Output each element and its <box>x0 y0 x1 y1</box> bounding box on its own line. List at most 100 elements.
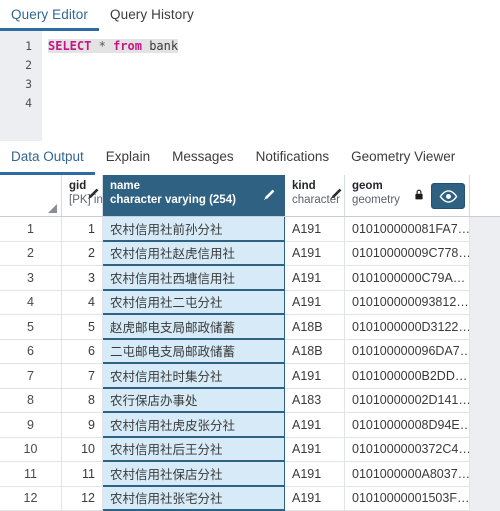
cell-kind[interactable]: A191 <box>285 290 345 315</box>
cell-name[interactable]: 农村信用社虎皮张分社 <box>103 413 285 438</box>
table-row[interactable]: 11 11 农村信用社保店分社 A191 0101000000A8037… <box>0 462 500 487</box>
cell-gid[interactable]: 9 <box>62 413 103 438</box>
cell-gid[interactable]: 12 <box>62 486 103 511</box>
sql-table-name: bank <box>149 39 179 53</box>
cell-geom[interactable]: 01010000008D94E… <box>345 413 470 438</box>
cell-name[interactable]: 农村信用社前孙分社 <box>103 217 285 242</box>
cell-rownum[interactable]: 9 <box>0 413 62 438</box>
column-header-kind[interactable]: kind character <box>285 175 345 216</box>
column-header-geom[interactable]: geom geometry <box>345 175 470 216</box>
sql-keyword-select: SELECT <box>48 39 92 53</box>
tab-query-history[interactable]: Query History <box>99 0 205 31</box>
cell-kind[interactable]: A191 <box>285 266 345 291</box>
column-header-gid[interactable]: gid [PK] int <box>62 175 103 216</box>
table-row[interactable]: 6 6 二屯邮电支局邮政储蓄 A18B 010100000096DA7… <box>0 339 500 364</box>
cell-name[interactable]: 农村信用社保店分社 <box>103 462 285 487</box>
table-row[interactable]: 3 3 农村信用社西塘信用社 A191 0101000000C79A… <box>0 266 500 291</box>
cell-name[interactable]: 农村信用社张宅分社 <box>103 486 285 511</box>
cell-name[interactable]: 赵虎邮电支局邮政储蓄 <box>103 315 285 340</box>
tab-data-output[interactable]: Data Output <box>0 141 95 175</box>
column-header-name[interactable]: name character varying (254) <box>103 175 285 216</box>
cell-geom[interactable]: 010100000093812… <box>345 290 470 315</box>
cell-rownum[interactable]: 2 <box>0 241 62 266</box>
cell-name[interactable]: 二屯邮电支局邮政储蓄 <box>103 339 285 364</box>
cell-geom[interactable]: 0101000000D3122… <box>345 315 470 340</box>
table-row[interactable]: 12 12 农村信用社张宅分社 A191 01010000001503F… <box>0 486 500 511</box>
cell-geom[interactable]: 0101000000C79A… <box>345 266 470 291</box>
cell-geom[interactable]: 01010000009C778… <box>345 241 470 266</box>
cell-rownum[interactable]: 3 <box>0 266 62 291</box>
view-geometry-button[interactable] <box>431 183 465 209</box>
cell-rownum[interactable]: 7 <box>0 364 62 389</box>
cell-gid[interactable]: 4 <box>62 290 103 315</box>
cell-kind[interactable]: A191 <box>285 364 345 389</box>
cell-gid[interactable]: 1 <box>62 217 103 242</box>
cell-gid[interactable]: 3 <box>62 266 103 291</box>
cell-rownum[interactable]: 1 <box>0 217 62 242</box>
cell-rownum[interactable]: 6 <box>0 339 62 364</box>
tab-geometry-viewer[interactable]: Geometry Viewer <box>340 141 466 175</box>
cell-geom[interactable]: 01010000002D141… <box>345 388 470 413</box>
column-header-rownum[interactable] <box>0 175 62 216</box>
tab-notifications[interactable]: Notifications <box>245 141 341 175</box>
cell-kind[interactable]: A18B <box>285 339 345 364</box>
sql-space-2 <box>106 39 113 53</box>
tab-query-editor[interactable]: Query Editor <box>0 0 99 31</box>
table-row[interactable]: 10 10 农村信用社后王分社 A191 0101000000372C4… <box>0 437 500 462</box>
cell-gid[interactable]: 6 <box>62 339 103 364</box>
cell-gid[interactable]: 8 <box>62 388 103 413</box>
cell-rownum[interactable]: 11 <box>0 462 62 487</box>
cell-name[interactable]: 农村信用社时集分社 <box>103 364 285 389</box>
data-output-grid[interactable]: gid [PK] int name character varying (254… <box>0 175 500 511</box>
sql-editor[interactable]: 1 2 3 4 SELECT * from bank <box>0 31 500 141</box>
cell-name[interactable]: 农村信用社二屯分社 <box>103 290 285 315</box>
tab-query-editor-label: Query Editor <box>11 6 88 22</box>
cell-geom[interactable]: 010100000096DA7… <box>345 339 470 364</box>
editor-code-area[interactable]: SELECT * from bank <box>42 31 500 141</box>
cell-geom[interactable]: 0101000000B2DD… <box>345 364 470 389</box>
pgadmin-query-tool: Query Editor Query History 1 2 3 4 SELEC… <box>0 0 500 511</box>
cell-kind[interactable]: A18B <box>285 315 345 340</box>
cell-name[interactable]: 农村信用社赵虎信用社 <box>103 241 285 266</box>
cell-kind[interactable]: A183 <box>285 388 345 413</box>
table-row[interactable]: 8 8 农行保店办事处 A183 01010000002D141… <box>0 388 500 413</box>
cell-kind[interactable]: A191 <box>285 437 345 462</box>
cell-name[interactable]: 农村信用社西塘信用社 <box>103 266 285 291</box>
cell-geom[interactable]: 010100000081FA7… <box>345 217 470 242</box>
cell-name[interactable]: 农村信用社后王分社 <box>103 437 285 462</box>
cell-filler <box>470 241 500 266</box>
tab-messages[interactable]: Messages <box>161 141 245 175</box>
table-row[interactable]: 4 4 农村信用社二屯分社 A191 010100000093812… <box>0 290 500 315</box>
cell-geom[interactable]: 0101000000A8037… <box>345 462 470 487</box>
cell-geom[interactable]: 0101000000372C4… <box>345 437 470 462</box>
cell-kind[interactable]: A191 <box>285 486 345 511</box>
cell-geom[interactable]: 01010000001503F… <box>345 486 470 511</box>
cell-gid[interactable]: 10 <box>62 437 103 462</box>
tab-explain[interactable]: Explain <box>95 141 161 175</box>
table-row[interactable]: 5 5 赵虎邮电支局邮政储蓄 A18B 0101000000D3122… <box>0 315 500 340</box>
cell-name[interactable]: 农行保店办事处 <box>103 388 285 413</box>
table-row[interactable]: 9 9 农村信用社虎皮张分社 A191 01010000008D94E… <box>0 413 500 438</box>
cell-rownum[interactable]: 4 <box>0 290 62 315</box>
table-row[interactable]: 1 1 农村信用社前孙分社 A191 010100000081FA7… <box>0 217 500 242</box>
cell-gid[interactable]: 11 <box>62 462 103 487</box>
table-row[interactable]: 2 2 农村信用社赵虎信用社 A191 01010000009C778… <box>0 241 500 266</box>
cell-rownum[interactable]: 5 <box>0 315 62 340</box>
pencil-icon[interactable] <box>86 187 100 201</box>
cell-kind[interactable]: A191 <box>285 462 345 487</box>
cell-rownum[interactable]: 12 <box>0 486 62 511</box>
cell-rownum[interactable]: 8 <box>0 388 62 413</box>
cell-rownum[interactable]: 10 <box>0 437 62 462</box>
cell-kind[interactable]: A191 <box>285 217 345 242</box>
sql-space-1 <box>91 39 98 53</box>
pencil-icon[interactable] <box>329 187 343 201</box>
table-row[interactable]: 7 7 农村信用社时集分社 A191 0101000000B2DD… <box>0 364 500 389</box>
sort-corner-icon[interactable] <box>48 204 57 213</box>
cell-kind[interactable]: A191 <box>285 413 345 438</box>
cell-filler <box>470 315 500 340</box>
cell-gid[interactable]: 7 <box>62 364 103 389</box>
cell-kind[interactable]: A191 <box>285 241 345 266</box>
pencil-icon[interactable] <box>262 188 276 202</box>
cell-gid[interactable]: 5 <box>62 315 103 340</box>
cell-gid[interactable]: 2 <box>62 241 103 266</box>
